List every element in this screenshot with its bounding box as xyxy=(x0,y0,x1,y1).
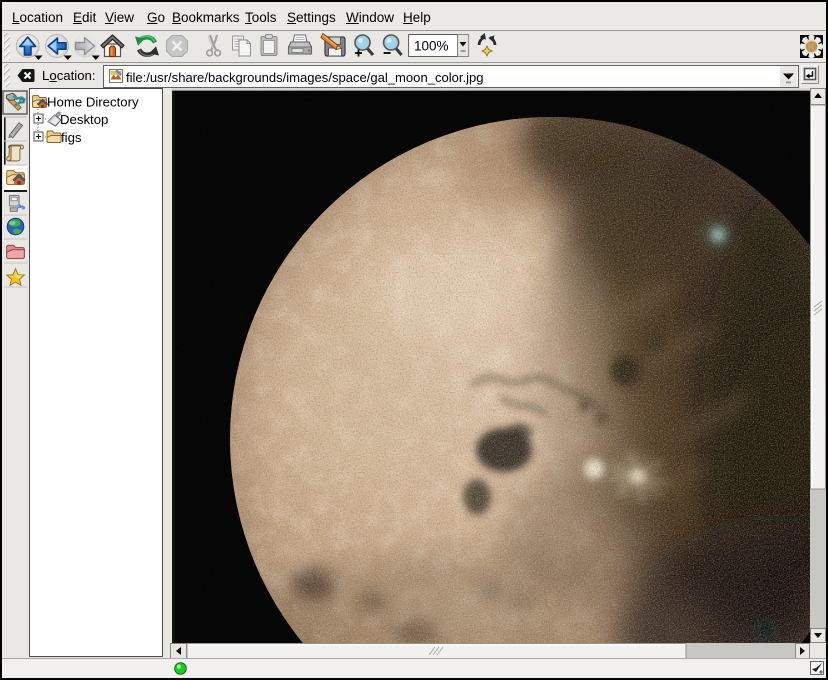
svg-text:Desktop: Desktop xyxy=(60,112,108,127)
svg-text:Home Directory: Home Directory xyxy=(47,95,139,110)
svg-text:figs: figs xyxy=(61,130,82,145)
svg-text:K: K xyxy=(808,42,816,54)
svg-text:100%: 100% xyxy=(414,39,449,54)
